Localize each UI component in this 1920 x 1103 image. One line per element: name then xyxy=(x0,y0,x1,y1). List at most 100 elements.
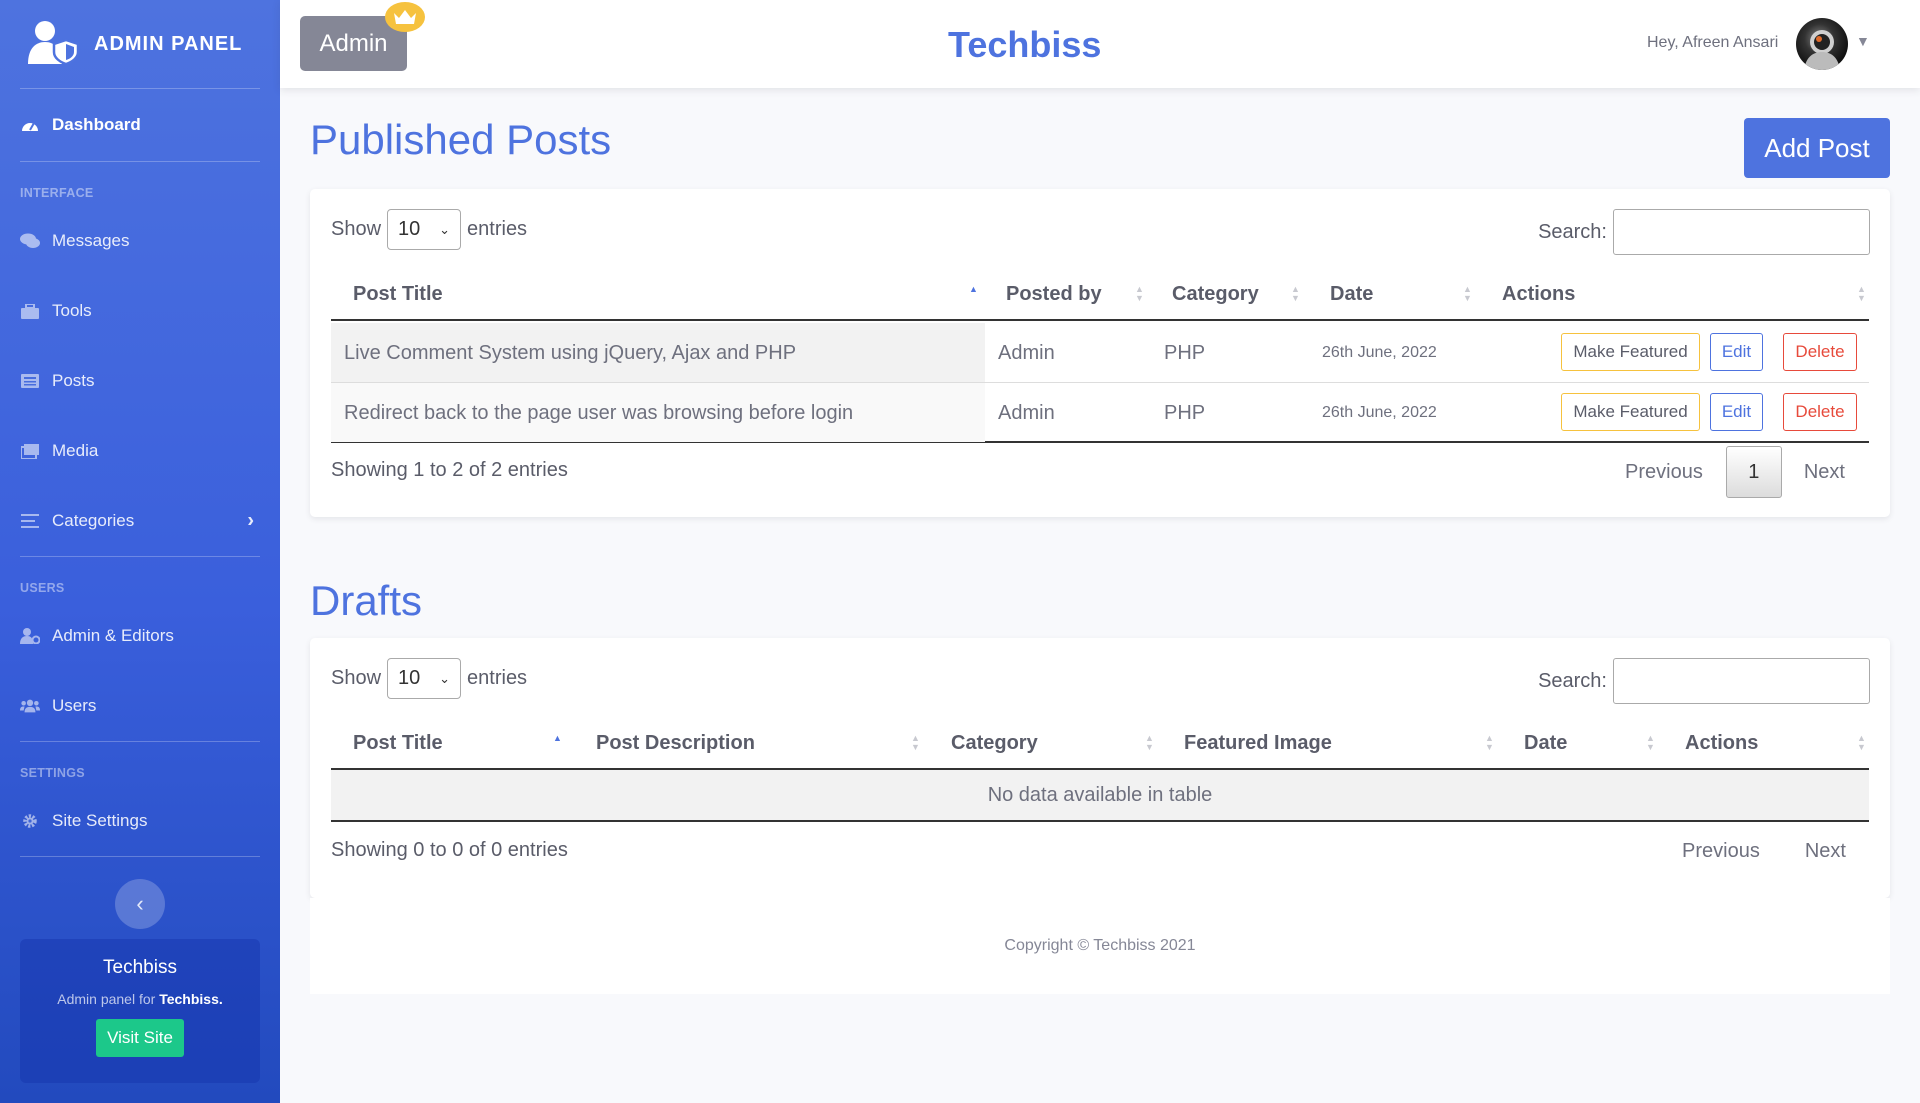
column-header[interactable]: Date xyxy=(1330,267,1373,321)
sidebar-item-media[interactable]: Media xyxy=(0,416,280,486)
add-post-button[interactable]: Add Post xyxy=(1744,118,1890,178)
column-header[interactable]: Actions xyxy=(1685,716,1758,770)
entries-select[interactable]: 10 ⌄ xyxy=(387,209,462,250)
newspaper-icon xyxy=(20,373,40,389)
sidebar-item-users[interactable]: Users xyxy=(0,671,280,741)
make-featured-button[interactable]: Make Featured xyxy=(1561,393,1700,431)
show-label: Show xyxy=(331,218,382,240)
search-label: Search: xyxy=(1538,669,1607,692)
search-control: Search: xyxy=(1538,209,1870,255)
column-header[interactable]: Post Title xyxy=(353,716,443,770)
sidebar-brand[interactable]: ADMIN PANEL xyxy=(0,0,280,88)
sidebar-item-label: Categories xyxy=(52,511,135,530)
column-header[interactable]: Featured Image xyxy=(1184,716,1332,770)
sidebar-item-label: Dashboard xyxy=(52,115,141,134)
search-input[interactable] xyxy=(1613,209,1870,255)
show-label: Show xyxy=(331,667,382,689)
drafts-card: Show 10 ⌄ entries Search: Post Title ▲▼ … xyxy=(310,638,1890,898)
images-icon xyxy=(20,443,40,459)
sidebar-item-admin-editors[interactable]: Admin & Editors xyxy=(0,601,280,671)
column-header[interactable]: Category xyxy=(1172,267,1259,321)
date-cell: 26th June, 2022 xyxy=(1322,344,1437,361)
sidebar-item-messages[interactable]: Messages xyxy=(0,206,280,276)
sidebar-item-posts[interactable]: Posts xyxy=(0,346,280,416)
table-row: Redirect back to the page user was brows… xyxy=(331,383,1869,443)
sidebar-item-categories[interactable]: Categories › xyxy=(0,486,280,556)
column-header[interactable]: Category xyxy=(951,716,1038,770)
list-icon xyxy=(20,513,40,529)
comments-icon xyxy=(20,233,40,249)
pagination: Previous Next xyxy=(1682,840,1846,863)
sort-icon: ▲ ▼ xyxy=(1135,284,1144,303)
sidebar-item-label: Site Settings xyxy=(52,811,148,830)
sort-icon: ▲ ▼ xyxy=(1485,733,1494,752)
chevron-down-icon: ⌄ xyxy=(439,221,451,237)
search-control: Search: xyxy=(1538,658,1870,704)
sidebar-heading-users: USERS xyxy=(20,581,65,595)
copyright-text: Copyright © Techbiss 2021 xyxy=(1004,937,1196,954)
sort-icon: ▲ ▼ xyxy=(1463,284,1472,303)
sidebar-divider xyxy=(20,856,260,857)
published-posts-card: Show 10 ⌄ entries Search: Post Title ▲▼ … xyxy=(310,189,1890,517)
visit-site-button[interactable]: Visit Site xyxy=(96,1019,184,1057)
entries-select[interactable]: 10 ⌄ xyxy=(387,658,462,699)
promo-description: Admin panel for Techbiss. xyxy=(20,991,260,1007)
sidebar-item-label: Users xyxy=(52,696,97,715)
delete-button[interactable]: Delete xyxy=(1783,393,1857,431)
search-label: Search: xyxy=(1538,220,1607,243)
entries-length-control: Show 10 ⌄ entries xyxy=(331,209,527,250)
sort-asc-icon: ▲▼ xyxy=(553,733,562,743)
caret-down-icon[interactable]: ▼ xyxy=(1856,33,1870,49)
footer: Copyright © Techbiss 2021 xyxy=(310,898,1890,994)
previous-button[interactable]: Previous xyxy=(1682,840,1760,863)
page-button-current[interactable]: 1 xyxy=(1725,446,1782,498)
previous-button[interactable]: Previous xyxy=(1625,461,1703,484)
date-cell: 26th June, 2022 xyxy=(1322,404,1437,421)
posted-by-cell: Admin xyxy=(998,401,1055,424)
sidebar-item-site-settings[interactable]: Site Settings xyxy=(0,786,280,856)
column-header[interactable]: Post Title xyxy=(353,267,443,321)
sidebar-item-label: Admin & Editors xyxy=(52,626,174,645)
promo-title: Techbiss xyxy=(103,957,177,978)
search-input[interactable] xyxy=(1613,658,1870,704)
pagination: Previous 1 Next xyxy=(1625,446,1845,498)
sidebar-item-label: Posts xyxy=(52,371,95,390)
sidebar-item-tools[interactable]: Tools xyxy=(0,276,280,346)
sort-icon: ▲ ▼ xyxy=(1857,284,1866,303)
table-info: Showing 1 to 2 of 2 entries xyxy=(331,459,568,481)
edit-button[interactable]: Edit xyxy=(1710,393,1763,431)
chevron-down-icon: ⌄ xyxy=(439,670,451,686)
column-header[interactable]: Date xyxy=(1524,716,1567,770)
category-cell: PHP xyxy=(1164,401,1206,424)
sort-icon: ▲ ▼ xyxy=(1646,733,1655,752)
sidebar-promo-card: Techbiss Admin panel for Techbiss. Visit… xyxy=(20,939,260,1083)
sidebar-item-label: Messages xyxy=(52,231,130,250)
edit-button[interactable]: Edit xyxy=(1710,333,1763,371)
column-header[interactable]: Post Description xyxy=(596,716,755,770)
next-button[interactable]: Next xyxy=(1805,840,1846,863)
cog-icon xyxy=(20,813,40,829)
users-icon xyxy=(20,698,40,714)
chevron-left-icon: ‹ xyxy=(136,891,144,916)
sidebar-item-dashboard[interactable]: Dashboard xyxy=(0,89,280,161)
sidebar-item-label: Media xyxy=(52,441,99,460)
sidebar-heading-settings: SETTINGS xyxy=(20,766,85,780)
sidebar-toggle-button[interactable]: ‹ xyxy=(115,879,165,929)
make-featured-button[interactable]: Make Featured xyxy=(1561,333,1700,371)
user-greeting[interactable]: Hey, Afreen Ansari xyxy=(1647,34,1778,52)
next-button[interactable]: Next xyxy=(1804,461,1845,484)
column-header[interactable]: Posted by xyxy=(1006,267,1102,321)
sort-asc-icon: ▲▼ xyxy=(969,284,978,294)
delete-button[interactable]: Delete xyxy=(1783,333,1857,371)
tachometer-icon xyxy=(20,117,40,133)
avatar[interactable] xyxy=(1796,18,1848,70)
sort-icon: ▲ ▼ xyxy=(911,733,920,752)
role-badge-label: Admin xyxy=(319,29,388,57)
table-header: Post Title ▲▼ Posted by ▲▼ Category ▲▼ D… xyxy=(331,267,1869,321)
entries-label: entries xyxy=(467,667,528,689)
sidebar-item-label: Tools xyxy=(52,301,92,320)
topbar: Admin Techbiss Hey, Afreen Ansari ▼ xyxy=(280,0,1920,88)
column-header[interactable]: Actions xyxy=(1502,267,1575,321)
page-title-drafts: Drafts xyxy=(310,577,423,624)
posted-by-cell: Admin xyxy=(998,341,1055,364)
